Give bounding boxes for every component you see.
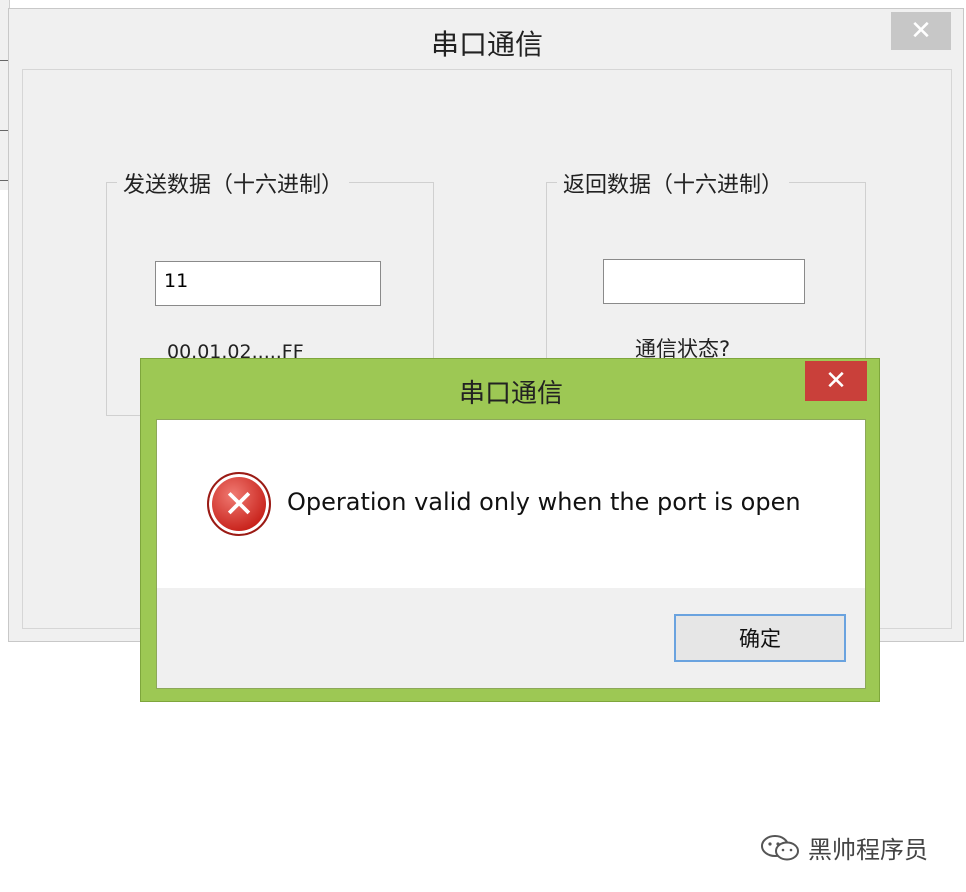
edge-tick [0,60,8,61]
close-icon: ✕ [910,16,932,46]
main-close-button[interactable]: ✕ [891,12,951,50]
close-icon: ✕ [825,366,847,396]
error-cross-glyph: ✕ [223,482,255,526]
error-dialog: 串口通信 ✕ ✕ Operation valid only when the p… [140,358,880,702]
dialog-title: 串口通信 [458,379,563,409]
watermark-text: 黑帅程序员 [808,836,928,864]
dialog-body: ✕ Operation valid only when the port is … [156,419,866,689]
dialog-message: Operation valid only when the port is op… [287,488,801,516]
dialog-close-button[interactable]: ✕ [805,361,867,401]
receive-data-label: 返回数据（十六进制） [557,167,790,199]
send-data-label: 发送数据（十六进制） [117,167,350,199]
edge-tick [0,180,8,181]
dialog-message-area: ✕ Operation valid only when the port is … [157,420,865,588]
error-icon: ✕ [207,472,271,536]
receive-data-input[interactable] [603,259,805,304]
watermark: 黑帅程序员 [760,830,928,865]
main-window-title: 串口通信 [430,28,543,61]
send-data-input[interactable]: 11 [155,261,381,306]
ok-button[interactable]: 确定 [674,614,846,662]
edge-tick [0,130,8,131]
wechat-icon [761,834,799,860]
